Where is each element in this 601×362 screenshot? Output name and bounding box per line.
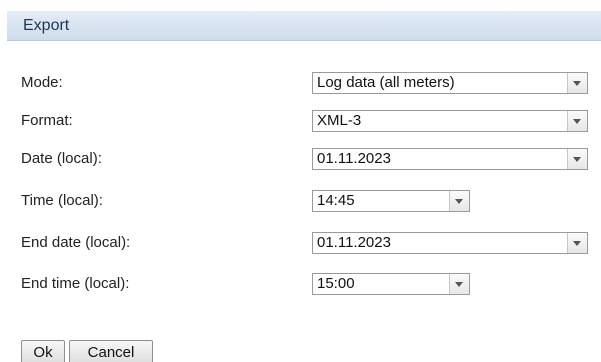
date-select[interactable]: 01.11.2023 [312, 148, 588, 170]
dialog-title: Export [23, 17, 70, 34]
chevron-down-icon [455, 199, 463, 204]
time-label: Time (local): [21, 192, 103, 209]
chevron-down-icon [573, 119, 581, 124]
date-label: Date (local): [21, 150, 102, 167]
date-select-value: 01.11.2023 [317, 150, 391, 167]
end-time-label: End time (local): [21, 275, 130, 292]
mode-select-value: Log data (all meters) [317, 74, 455, 91]
format-select-value: XML-3 [317, 112, 362, 129]
mode-label: Mode: [21, 74, 63, 91]
end-time-select-value: 15:00 [317, 275, 355, 292]
end-time-dropdown-button[interactable] [449, 274, 469, 294]
chevron-down-icon [573, 241, 581, 246]
end-time-row: End time (local): 15:00 [0, 273, 601, 295]
time-select-value: 14:45 [317, 192, 355, 209]
date-dropdown-button[interactable] [567, 149, 587, 169]
end-date-label: End date (local): [21, 234, 131, 251]
time-row: Time (local): 14:45 [0, 190, 601, 212]
end-date-select-value: 01.11.2023 [317, 234, 391, 251]
dialog-title-bar: Export [7, 11, 601, 41]
time-dropdown-button[interactable] [449, 191, 469, 211]
format-select[interactable]: XML-3 [312, 110, 588, 132]
cancel-button[interactable]: Cancel [69, 340, 153, 362]
export-dialog: Export Mode: Log data (all meters) Forma… [0, 0, 601, 362]
time-select[interactable]: 14:45 [312, 190, 470, 212]
end-time-select[interactable]: 15:00 [312, 273, 470, 295]
mode-row: Mode: Log data (all meters) [0, 72, 601, 94]
format-row: Format: XML-3 [0, 110, 601, 132]
end-date-row: End date (local): 01.11.2023 [0, 232, 601, 254]
chevron-down-icon [455, 282, 463, 287]
ok-button[interactable]: Ok [21, 340, 65, 362]
end-date-dropdown-button[interactable] [567, 233, 587, 253]
mode-dropdown-button[interactable] [567, 73, 587, 93]
end-date-select[interactable]: 01.11.2023 [312, 232, 588, 254]
mode-select[interactable]: Log data (all meters) [312, 72, 588, 94]
date-row: Date (local): 01.11.2023 [0, 148, 601, 170]
format-dropdown-button[interactable] [567, 111, 587, 131]
format-label: Format: [21, 112, 73, 129]
chevron-down-icon [573, 157, 581, 162]
chevron-down-icon [573, 81, 581, 86]
